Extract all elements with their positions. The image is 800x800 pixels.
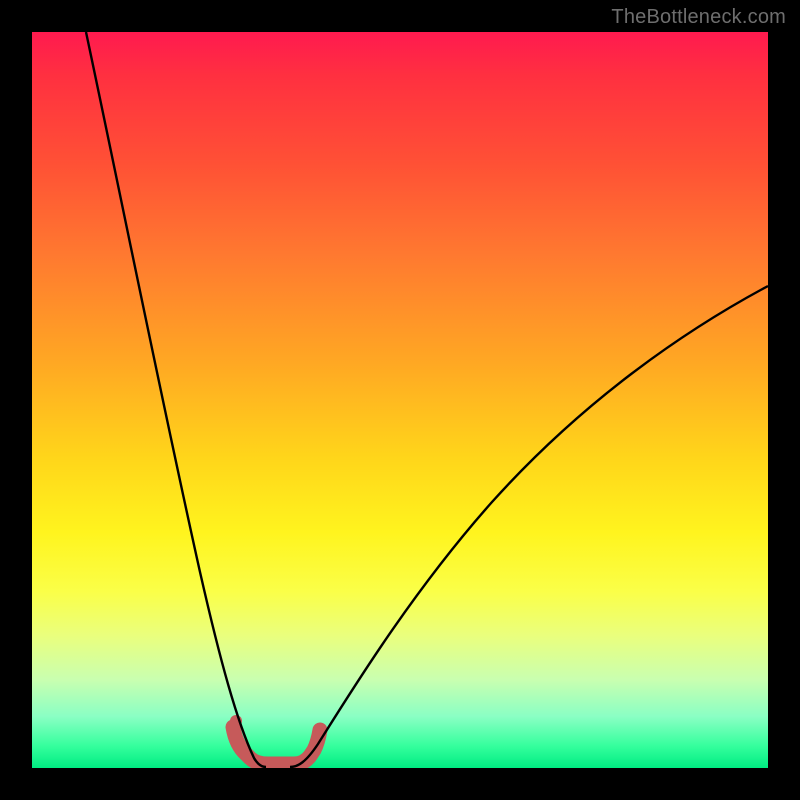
watermark-text: TheBottleneck.com <box>611 6 786 29</box>
right-branch-curve <box>290 286 768 767</box>
chart-frame: TheBottleneck.com <box>0 0 800 800</box>
left-branch-curve <box>86 32 266 767</box>
curve-layer <box>32 32 768 768</box>
plot-area <box>32 32 768 768</box>
